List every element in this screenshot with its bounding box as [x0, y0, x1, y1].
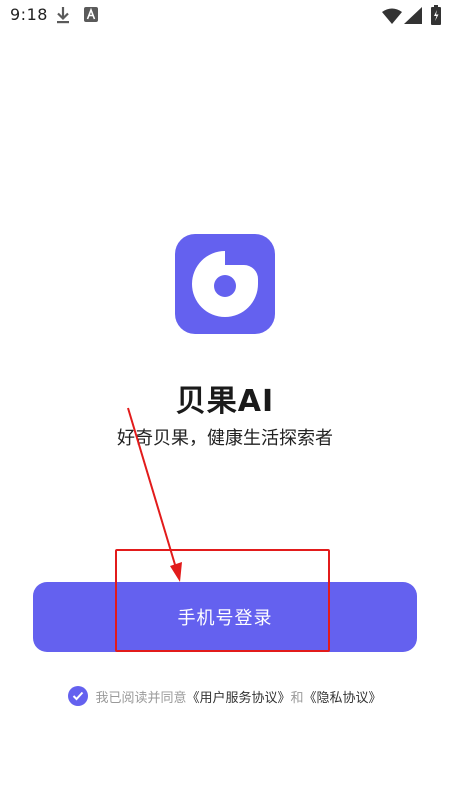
a-badge-icon: [84, 7, 98, 26]
status-bar: 9:18: [0, 0, 450, 32]
agreement-prefix: 我已阅读并同意: [95, 690, 187, 706]
phone-login-button[interactable]: 手机号登录: [33, 582, 417, 652]
login-screen: 9:18 贝果AI 好奇贝果，健康生活探索者 手机号登录 我已阅读并同意 《用户…: [0, 0, 450, 800]
status-time: 9:18: [10, 5, 48, 24]
wifi-icon: [382, 8, 402, 28]
user-agreement-link[interactable]: 《用户服务协议》: [186, 687, 290, 706]
app-name: 贝果AI: [175, 384, 275, 419]
signal-icon: [404, 7, 422, 28]
agreement-conjunction: 和: [290, 690, 304, 706]
download-icon: [55, 5, 71, 29]
agreement-row: 我已阅读并同意 《用户服务协议》 和 《隐私协议》: [0, 684, 450, 708]
battery-icon: [431, 5, 441, 29]
beiguo-logo-icon: [192, 251, 258, 317]
privacy-policy-link[interactable]: 《隐私协议》: [304, 687, 382, 706]
agree-checkbox[interactable]: [68, 686, 89, 706]
app-slogan: 好奇贝果，健康生活探索者: [117, 428, 333, 449]
check-icon: [73, 691, 84, 701]
app-logo: [175, 234, 275, 334]
